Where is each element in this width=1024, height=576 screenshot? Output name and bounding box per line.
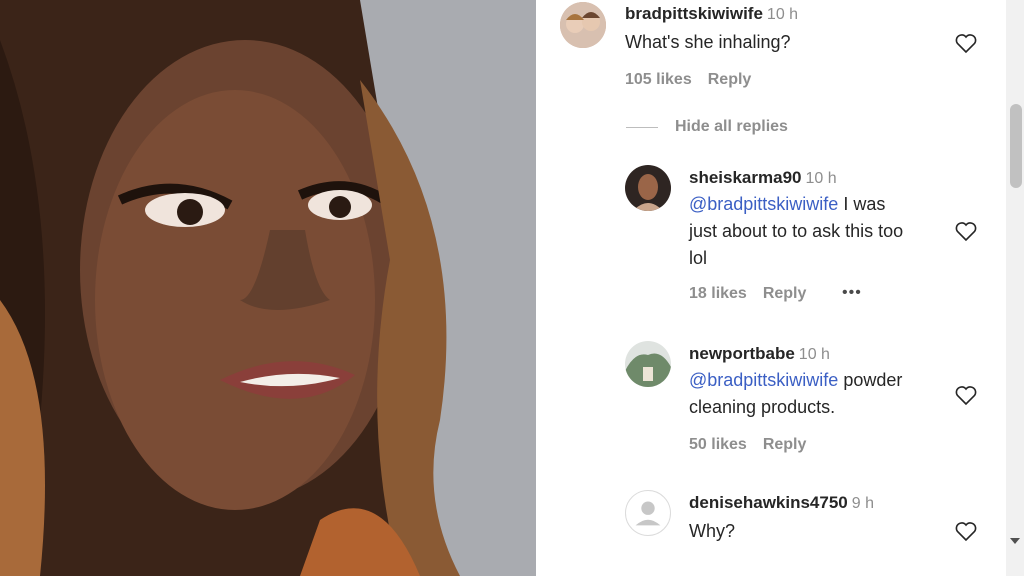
- heart-icon[interactable]: [954, 220, 978, 242]
- comment-username[interactable]: sheiskarma90: [689, 168, 801, 187]
- reply-button[interactable]: Reply: [708, 71, 752, 88]
- likes-count[interactable]: 18 likes: [689, 285, 747, 302]
- comment-meta: 50 likes Reply: [689, 436, 822, 454]
- comment-time: 10 h: [766, 6, 799, 23]
- comment-meta: 105 likes Reply: [625, 71, 767, 89]
- replies-divider: [626, 127, 658, 128]
- comment-text: Why?: [689, 521, 736, 541]
- comment-username[interactable]: newportbabe: [689, 344, 795, 363]
- hide-replies-button[interactable]: Hide all replies: [675, 118, 788, 136]
- mention-link[interactable]: @bradpittskiwiwife: [689, 194, 838, 214]
- heart-icon[interactable]: [954, 520, 978, 542]
- comment-time: 10 h: [798, 346, 830, 363]
- comment-text: What's she inhaling?: [625, 32, 791, 52]
- likes-count[interactable]: 50 likes: [689, 436, 747, 453]
- comment-text: @bradpittskiwiwife powder cleaning produ…: [689, 367, 951, 421]
- comment-time: 10 h: [805, 170, 837, 187]
- reply-button[interactable]: Reply: [763, 285, 807, 302]
- avatar-photo: [560, 2, 606, 48]
- reply-3: denisehawkins4750 9 h: [689, 493, 874, 513]
- comment-username[interactable]: bradpittskiwiwife: [625, 4, 763, 23]
- avatar[interactable]: [560, 2, 606, 48]
- comment-text-line: powder: [838, 370, 903, 390]
- scrollbar[interactable]: [1006, 0, 1024, 576]
- reply-1: sheiskarma90 10 h: [689, 168, 837, 188]
- more-options-icon[interactable]: •••: [842, 284, 862, 302]
- reply-2: newportbabe 10 h: [689, 344, 830, 364]
- avatar[interactable]: [625, 341, 671, 387]
- avatar-photo: [625, 165, 671, 211]
- reply-button[interactable]: Reply: [763, 436, 807, 453]
- heart-icon[interactable]: [954, 384, 978, 406]
- scrollbar-thumb[interactable]: [1010, 104, 1022, 188]
- default-avatar-icon: [626, 491, 670, 535]
- comment-meta: 18 likes Reply: [689, 285, 822, 303]
- comment-text-line: I was: [838, 194, 886, 214]
- comment-text-line: cleaning products.: [689, 397, 836, 417]
- comment-time: 9 h: [851, 495, 875, 512]
- comment-text-line: just about to to ask this too: [689, 221, 904, 241]
- heart-icon[interactable]: [954, 32, 978, 54]
- mention-link[interactable]: @bradpittskiwiwife: [689, 370, 838, 390]
- avatar-photo: [625, 341, 671, 387]
- likes-count[interactable]: 105 likes: [625, 71, 692, 88]
- comment-1: bradpittskiwiwife 10 h: [625, 4, 798, 24]
- comment-username[interactable]: denisehawkins4750: [689, 493, 848, 512]
- comment-text: @bradpittskiwiwife I was just about to t…: [689, 191, 951, 272]
- scroll-down-icon[interactable]: [1010, 538, 1020, 544]
- avatar[interactable]: [625, 165, 671, 211]
- comment-text-line: lol: [689, 248, 708, 268]
- post-image-illustration: [0, 0, 536, 576]
- post-image: [0, 0, 536, 576]
- avatar[interactable]: [625, 490, 671, 536]
